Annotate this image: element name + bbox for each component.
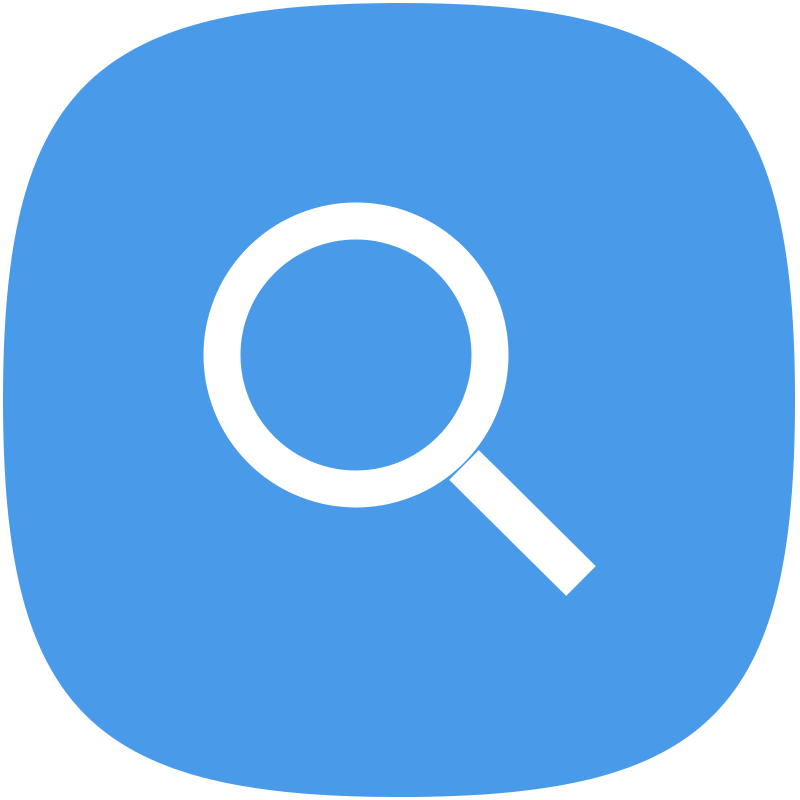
search-app-icon[interactable] [0,0,800,800]
icon-tile-background [3,3,795,797]
